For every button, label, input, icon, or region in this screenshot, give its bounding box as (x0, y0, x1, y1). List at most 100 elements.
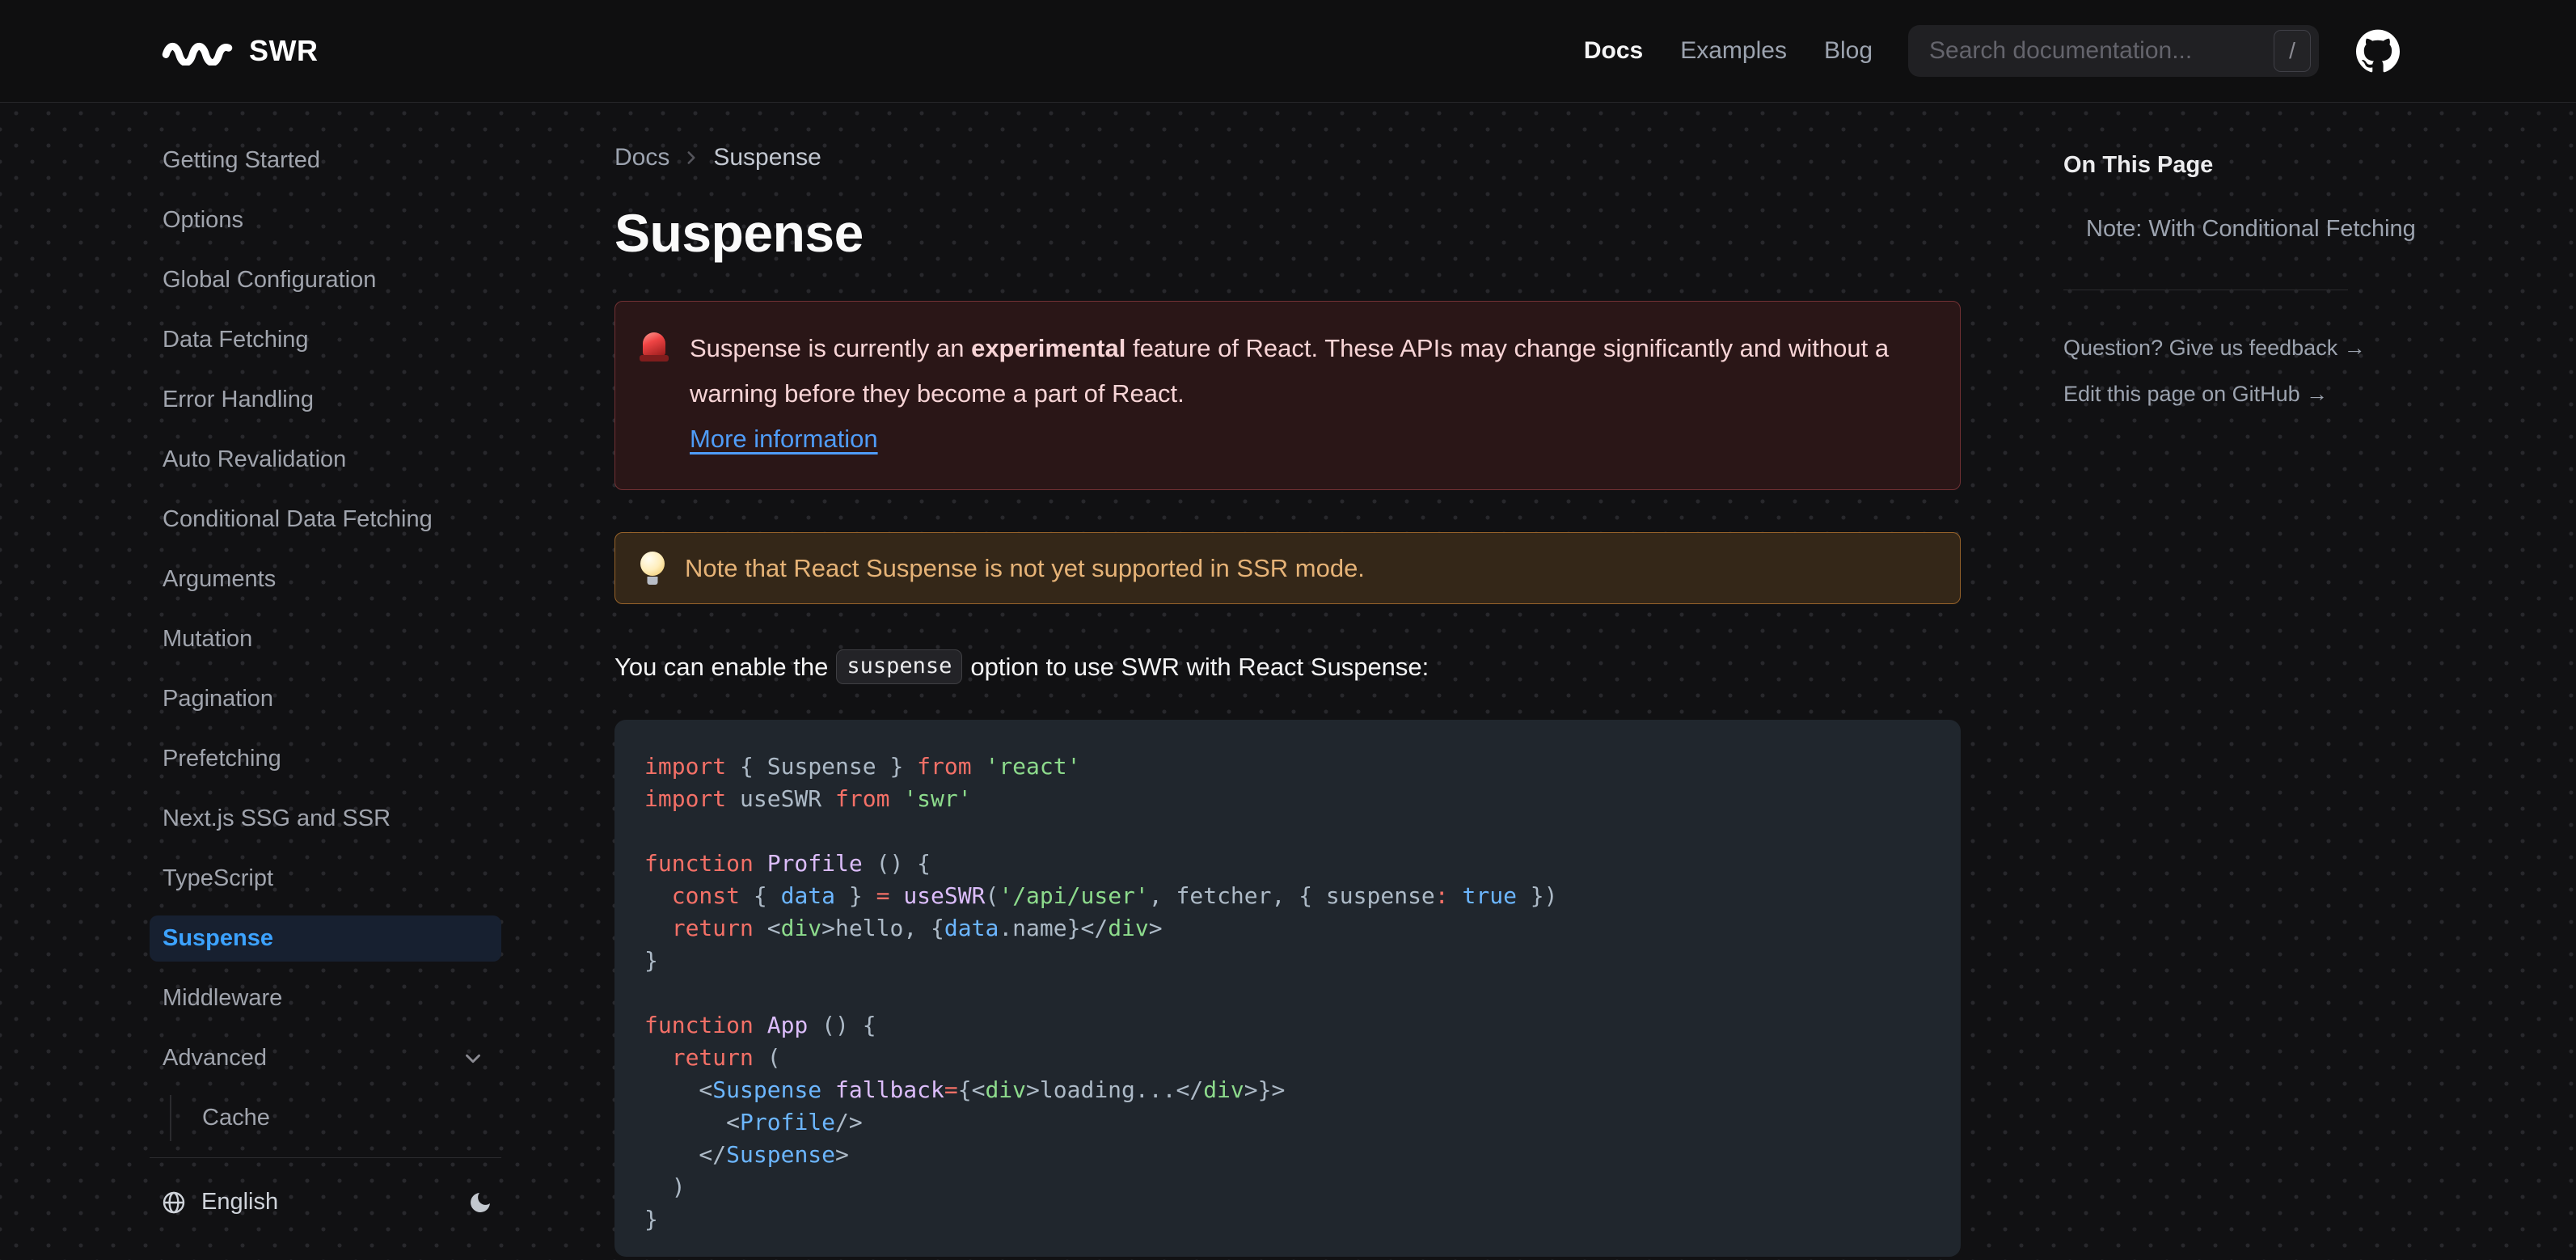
more-information-link[interactable]: More information (690, 416, 878, 462)
sidebar-item-label: Arguments (163, 566, 277, 592)
code-line: return ( (671, 1044, 781, 1071)
sidebar-item-advanced[interactable]: Advanced (150, 1035, 501, 1081)
sidebar-item-label: TypeScript (163, 865, 273, 891)
code-line: } (644, 1206, 658, 1233)
sidebar-item-label: Global Configuration (163, 267, 377, 293)
sidebar-item-label: Advanced (163, 1045, 267, 1071)
sidebar-item-typescript[interactable]: TypeScript (150, 856, 501, 902)
inline-code-suspense: suspense (836, 649, 963, 684)
breadcrumb-separator (681, 147, 702, 168)
sidebar-divider (150, 1157, 501, 1158)
sidebar-item-error-handling[interactable]: Error Handling (150, 377, 501, 423)
swr-docs-page: SWR Docs Examples Blog / Getting Started Op… (0, 0, 2576, 1260)
toc-title: On This Page (2063, 152, 2214, 178)
nav-docs[interactable]: Docs (1584, 37, 1643, 65)
page-title: Suspense (614, 203, 864, 263)
sidebar-item-conditional-data-fetching[interactable]: Conditional Data Fetching (150, 497, 501, 543)
paragraph-text-after: option to use SWR with React Suspense: (970, 652, 1429, 681)
sidebar-item-getting-started[interactable]: Getting Started (150, 137, 501, 184)
globe-icon (163, 1191, 185, 1213)
swr-wave-icon (162, 43, 233, 66)
light-bulb-icon (640, 551, 665, 586)
sidebar-item-options[interactable]: Options (150, 197, 501, 243)
sidebar-item-pagination[interactable]: Pagination (150, 676, 501, 722)
sidebar-item-prefetching[interactable]: Prefetching (150, 736, 501, 782)
warning-callout-body: Suspense is currently an experimental fe… (690, 326, 1931, 462)
sidebar-item-label: Middleware (163, 985, 283, 1011)
logo[interactable]: SWR (162, 34, 319, 68)
sidebar-item-label: Data Fetching (163, 327, 309, 353)
code-line: } (644, 947, 658, 974)
search-box[interactable]: / (1908, 25, 2319, 77)
warning-text: Suspense is currently an (690, 334, 972, 362)
sidebar-item-label: Suspense (163, 925, 273, 951)
code-block[interactable]: import { Suspense } from 'react' import u… (614, 720, 1961, 1257)
github-link[interactable] (2356, 29, 2400, 73)
sidebar: Getting Started Options Global Configurati… (150, 137, 501, 1225)
nav-examples[interactable]: Examples (1680, 37, 1787, 65)
code-line: const { data } = useSWR('/api/user', fet… (671, 882, 1558, 909)
header: SWR Docs Examples Blog / (0, 0, 2576, 103)
language-selector[interactable]: English (150, 1179, 501, 1225)
feedback-link[interactable]: Question? Give us feedback → (2063, 336, 2427, 361)
header-nav: Docs Examples Blog (1584, 37, 1873, 65)
sidebar-item-global-configuration[interactable]: Global Configuration (150, 257, 501, 303)
code-line: <Suspense fallback={<div>loading...</div… (644, 1076, 1286, 1103)
sidebar-item-suspense[interactable]: Suspense (150, 915, 501, 962)
toc-item[interactable]: Note: With Conditional Fetching (2063, 216, 2427, 243)
code-line: return <div>hello, {data.name}</div> (671, 915, 1163, 941)
breadcrumb-suspense: Suspense (713, 144, 821, 171)
warning-callout: Suspense is currently an experimental fe… (614, 301, 1961, 490)
sidebar-item-label: Prefetching (163, 746, 281, 772)
sidebar-item-mutation[interactable]: Mutation (150, 616, 501, 662)
breadcrumb-docs[interactable]: Docs (614, 144, 669, 171)
sidebar-item-label: Next.js SSG and SSR (163, 805, 391, 831)
code-line: function Profile () { (644, 850, 931, 877)
chevron-right-icon (687, 151, 695, 164)
sidebar-sub-list: Cache (170, 1095, 501, 1141)
code-line: import { Suspense } from 'react' (644, 753, 1081, 780)
header-right: Docs Examples Blog / (1584, 25, 2400, 77)
sidebar-nav: Getting Started Options Global Configurati… (150, 137, 501, 1081)
sidebar-item-data-fetching[interactable]: Data Fetching (150, 317, 501, 363)
breadcrumb: Docs Suspense (614, 144, 1961, 171)
sidebar-item-label: Auto Revalidation (163, 446, 347, 472)
code-line: </Suspense> (644, 1141, 849, 1168)
code-line: function App () { (644, 1012, 876, 1038)
chevron-down-icon (466, 1054, 480, 1063)
sidebar-item-next-js-ssg-and-ssr[interactable]: Next.js SSG and SSR (150, 796, 501, 842)
code-line: ) (644, 1173, 686, 1200)
language-label: English (201, 1189, 279, 1215)
code-line: import useSWR from 'swr' (644, 785, 972, 812)
note-callout-text: Note that React Suspense is not yet supp… (685, 553, 1365, 582)
note-callout: Note that React Suspense is not yet supp… (614, 532, 1961, 604)
nav-blog[interactable]: Blog (1824, 37, 1873, 65)
sidebar-item-label: Error Handling (163, 387, 314, 412)
github-icon (2356, 29, 2400, 73)
sidebar-item-label: Getting Started (163, 147, 321, 173)
sidebar-item-label: Conditional Data Fetching (163, 506, 433, 532)
edit-page-link[interactable]: Edit this page on GitHub → (2063, 382, 2427, 407)
warning-bold-text: experimental (971, 334, 1126, 362)
sidebar-item-auto-revalidation[interactable]: Auto Revalidation (150, 437, 501, 483)
sidebar-item-label: Mutation (163, 626, 253, 652)
main-content: Docs Suspense Suspense Suspense is curren… (614, 104, 1961, 1257)
sidebar-item-arguments[interactable]: Arguments (150, 556, 501, 603)
search-input[interactable] (1929, 37, 2274, 65)
toc-links: Question? Give us feedback → Edit this pa… (2063, 336, 2427, 407)
police-light-icon (640, 331, 669, 363)
paragraph-text-before: You can enable the (614, 652, 829, 681)
brand-name: SWR (249, 34, 319, 67)
slash-key: / (2274, 30, 2311, 72)
code-line: <Profile/> (644, 1109, 863, 1135)
toc-panel: On This Page Note: With Conditional Fetc… (2063, 104, 2427, 407)
toc-items: Note: With Conditional Fetching (2063, 216, 2427, 243)
sidebar-item-middleware[interactable]: Middleware (150, 975, 501, 1021)
sidebar-item-label: Options (163, 207, 243, 233)
moon-icon[interactable] (467, 1190, 493, 1216)
intro-paragraph: You can enable the suspense option to us… (614, 649, 1961, 684)
sidebar-item-label: Pagination (163, 686, 274, 712)
sidebar-subitem-cache[interactable]: Cache (171, 1095, 501, 1141)
